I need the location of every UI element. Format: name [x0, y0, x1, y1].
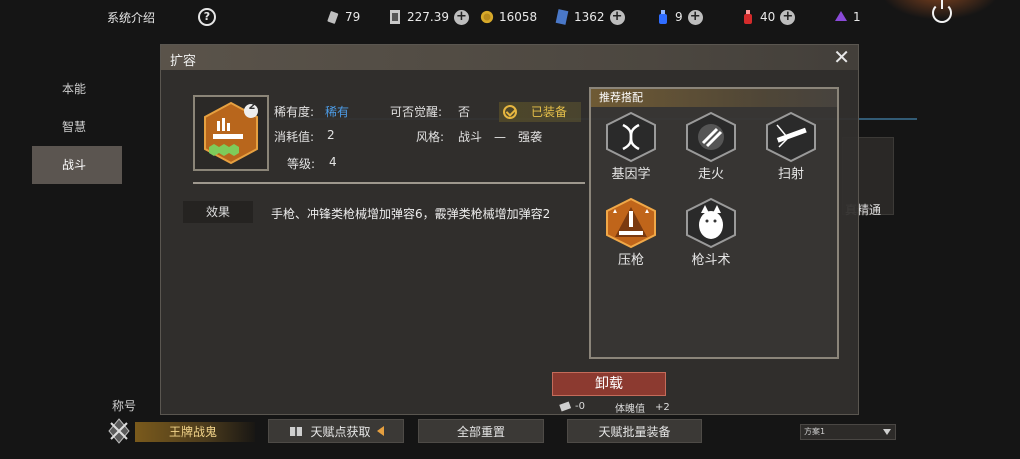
awaken-value: 否: [458, 105, 471, 119]
chevron-down-icon: [883, 429, 891, 435]
gold-coin-icon: [480, 10, 494, 24]
style-value: 战斗 — 强袭: [458, 130, 543, 144]
arrow-left-icon: [376, 426, 384, 436]
effect-label: 效果: [183, 201, 253, 223]
talent-detail-modal: 扩容 ✕ 2 稀有度: 稀有 可否觉醒: 否 已装备 消耗值: 2 风格: 战斗…: [160, 44, 859, 415]
batch-equip-label: 天赋批量装备: [598, 424, 671, 439]
rarity-label: 稀有度:: [274, 105, 315, 119]
resource-value: 1362: [574, 10, 605, 24]
item-level-badge: 2: [248, 101, 256, 112]
skill-gun-kata[interactable]: 枪斗术: [679, 197, 743, 268]
skill-strafe[interactable]: 扫射: [759, 111, 823, 182]
skill-misfire[interactable]: 走火: [679, 111, 743, 182]
plan-select[interactable]: 方案1: [800, 424, 896, 440]
top-bar: 系统介绍 ? 79 227.39 + 16058 1362 + 9 + 40 +…: [0, 0, 1020, 34]
stamina-change-stat: 体魄值 +2: [615, 400, 670, 415]
power-icon[interactable]: [932, 0, 952, 23]
skill-label: 扫射: [777, 167, 804, 182]
modal-header: 扩容 ✕: [161, 45, 858, 70]
stamina-change-value: +2: [655, 402, 670, 413]
nav-item-combat[interactable]: 战斗: [32, 146, 122, 184]
resource-blue-potion: 9 +: [656, 8, 703, 26]
rarity-value: 稀有: [325, 105, 350, 119]
resource-red-potion: 40 +: [741, 8, 796, 26]
blue-crystal-card-icon: [555, 9, 569, 25]
plan-select-value: 方案1: [804, 427, 826, 436]
level-label: 等级:: [287, 157, 316, 171]
style-label: 风格:: [416, 130, 445, 144]
skill-label: 基因学: [611, 167, 651, 182]
reset-all-label: 全部重置: [456, 424, 505, 439]
talent-item-icon-frame: 2: [193, 95, 269, 171]
talent-point-icon: [559, 401, 571, 412]
nav-item-wisdom[interactable]: 智慧: [32, 108, 122, 146]
cost-change-stat: -0: [559, 400, 585, 412]
add-blue-potion-button[interactable]: +: [687, 9, 703, 25]
talent-point-get-button[interactable]: 天赋点获取: [268, 419, 404, 443]
close-icon[interactable]: ✕: [833, 47, 850, 67]
cost-change-value: -0: [575, 400, 585, 412]
modal-title: 扩容: [170, 54, 197, 69]
cat-icon: [686, 197, 736, 249]
reset-all-button[interactable]: 全部重置: [418, 419, 544, 443]
resource-value: 1: [853, 10, 861, 24]
add-red-potion-button[interactable]: +: [780, 9, 796, 25]
resource-ticket: 227.39 +: [388, 8, 469, 26]
rifle-icon: [766, 111, 816, 163]
resource-value: 9: [675, 10, 683, 24]
level-value: 4: [329, 155, 337, 169]
checkmark-icon: [503, 105, 517, 119]
question-circle-icon[interactable]: ?: [198, 8, 216, 26]
cost-label: 消耗值:: [274, 130, 315, 144]
system-intro-link[interactable]: 系统介绍: [107, 9, 155, 26]
resource-value: 16058: [499, 10, 538, 24]
dna-icon: [606, 111, 656, 163]
purple-gem-icon: [835, 11, 847, 21]
skill-label: 压枪: [617, 253, 644, 268]
resource-value: 40: [760, 10, 776, 24]
resource-value: 79: [345, 10, 361, 24]
resource-bullets: 79: [326, 8, 360, 26]
red-potion-icon: [744, 10, 752, 24]
recommended-combo-header: 推荐搭配: [591, 89, 837, 107]
nav-item-instinct[interactable]: 本能: [32, 70, 122, 108]
effect-description: 手枪、冲锋类枪械增加弹容6，霰弹类枪械增加弹容2: [271, 207, 551, 221]
cost-value: 2: [327, 128, 335, 142]
blue-potion-icon: [659, 10, 667, 24]
skill-label: 枪斗术: [691, 253, 731, 268]
title-section-label: 称号: [112, 399, 137, 413]
recommended-combo-panel: 推荐搭配 基因学 走火 扫射 压枪 枪斗术: [589, 87, 839, 359]
card-ticket-icon: [390, 10, 400, 24]
batch-equip-button[interactable]: 天赋批量装备: [567, 419, 702, 443]
crossed-weapons-emblem-icon: [108, 418, 130, 444]
add-ticket-button[interactable]: +: [454, 9, 469, 25]
current-title-button[interactable]: 王牌战鬼: [135, 422, 255, 442]
add-crystal-card-button[interactable]: +: [609, 9, 625, 25]
skill-genetics[interactable]: 基因学: [599, 111, 663, 182]
resource-value: 227.39: [407, 10, 449, 24]
skill-recoil-control[interactable]: 压枪: [599, 197, 663, 268]
resource-gold: 16058: [480, 8, 537, 26]
gun-recoil-icon: [606, 197, 656, 249]
talent-point-get-label: 天赋点获取: [310, 424, 371, 439]
skill-label: 走火: [697, 167, 724, 182]
info-divider: [193, 182, 585, 184]
talent-gift-icon: [290, 427, 303, 436]
bullet-cartridge-icon: [327, 11, 339, 24]
left-category-nav: 本能 智慧 战斗: [32, 70, 122, 184]
awaken-label: 可否觉醒:: [390, 105, 443, 119]
stamina-label: 体魄值: [615, 404, 645, 415]
resource-purple-gem: 1: [834, 8, 861, 26]
bullets-icon: [686, 111, 736, 163]
unequip-button[interactable]: 卸载: [552, 372, 666, 396]
resource-crystal-card: 1362 +: [555, 8, 625, 26]
